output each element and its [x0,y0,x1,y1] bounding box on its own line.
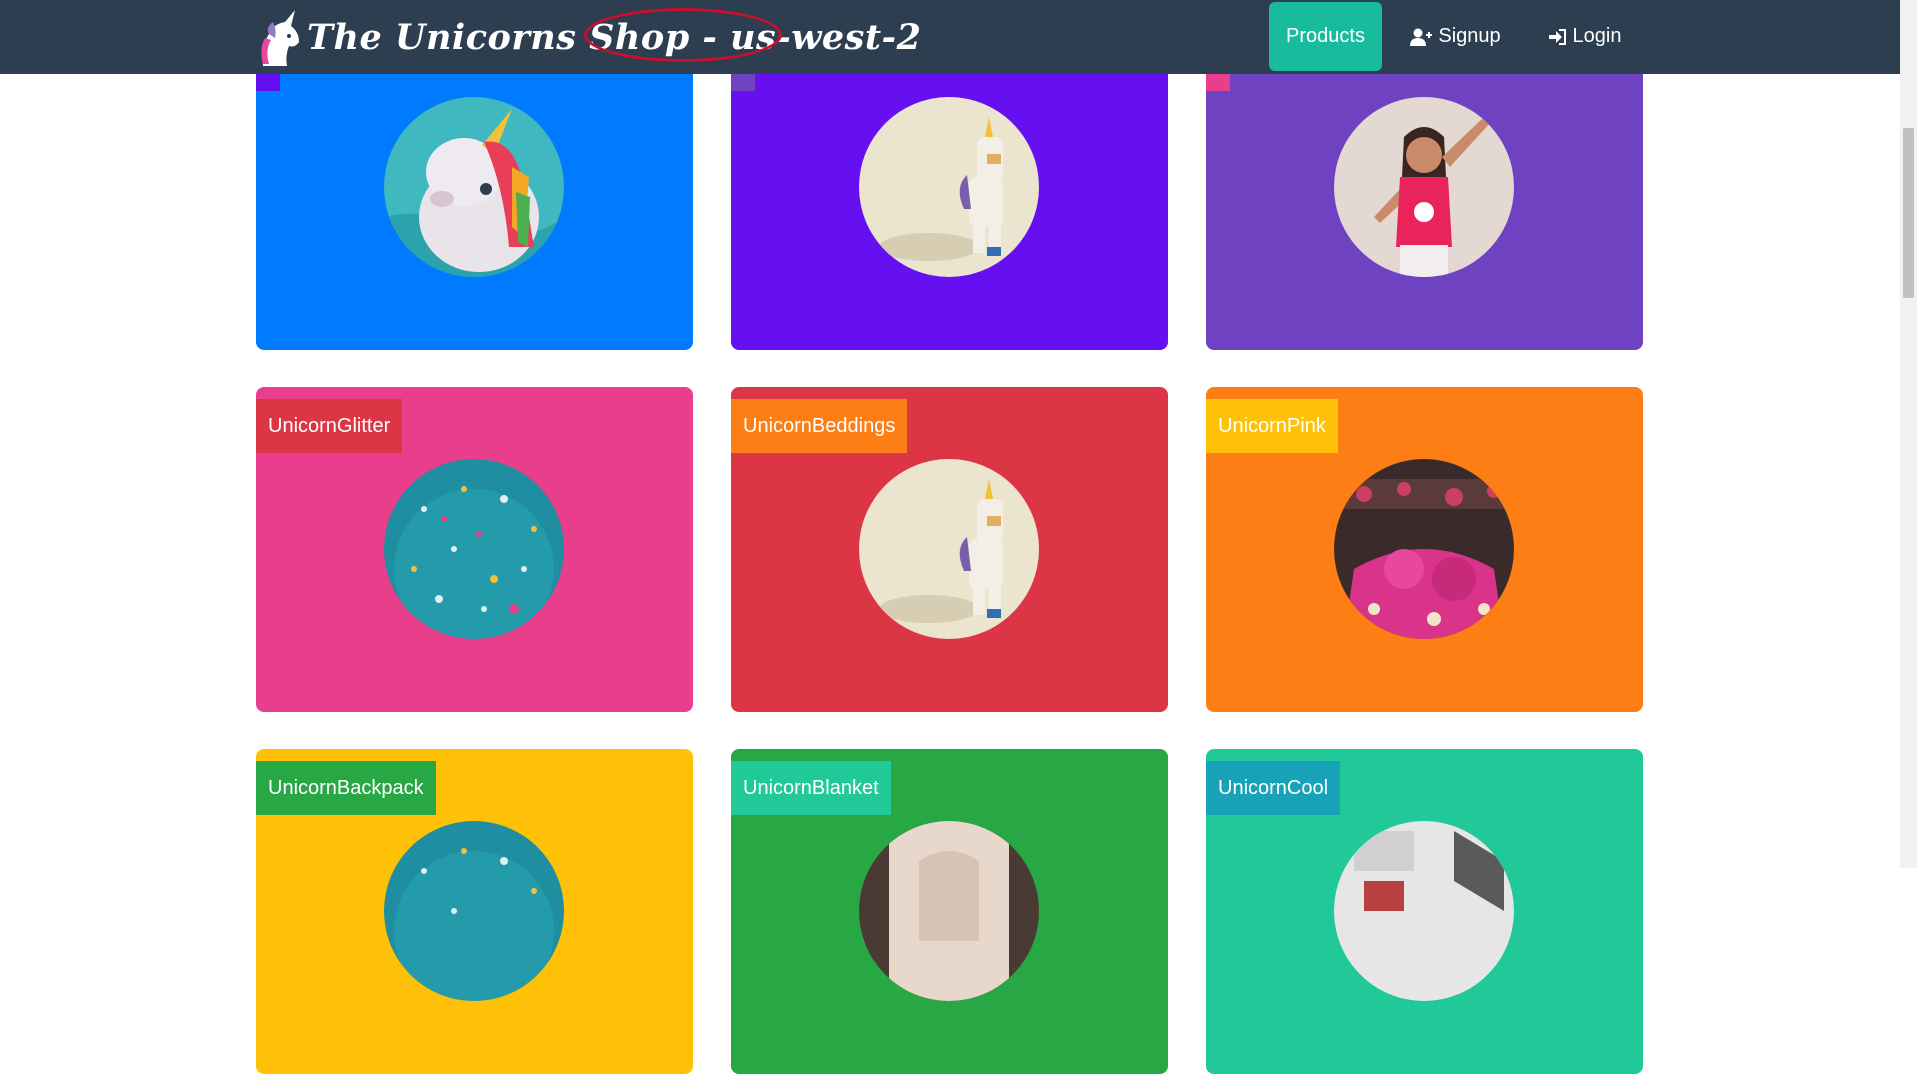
product-label[interactable]: UnicornGlitter [256,399,403,453]
product-card[interactable]: UnicornBeddings [731,387,1168,712]
nav-login-label: Login [1572,25,1622,47]
product-label[interactable]: UnicornBeddings [731,399,908,453]
product-image[interactable] [1334,459,1514,639]
product-label[interactable]: UnicornBackpack [256,761,436,815]
nav-signup-link[interactable]: Signup [1408,2,1503,71]
scrollbar-thumb[interactable] [1903,128,1914,298]
top-navbar: The Unicorns Shop - us-west-2 Products S… [0,0,1900,74]
product-card[interactable]: UnicornBackpack [256,749,693,1074]
product-image[interactable] [1334,97,1514,277]
product-image[interactable] [1334,821,1514,1001]
nav-signup-label: Signup [1438,25,1501,47]
region-highlight-circle [584,8,782,62]
product-label[interactable]: UnicornPink [1206,399,1338,453]
user-plus-icon [1410,28,1433,46]
product-card[interactable]: UnicornBlanket [731,749,1168,1074]
product-image[interactable] [859,97,1039,277]
sign-in-icon [1548,28,1566,45]
product-grid: UnicornGlitter UnicornBeddings UnicornPi… [0,0,1900,1074]
nav-products-label: Products [1286,25,1365,47]
nav-products-button[interactable]: Products [1269,2,1382,71]
product-image[interactable] [384,459,564,639]
product-image[interactable] [384,821,564,1001]
product-image[interactable] [859,821,1039,1001]
product-card[interactable]: UnicornPink [1206,387,1643,712]
product-label[interactable]: UnicornCool [1206,761,1341,815]
unicorn-logo-icon [261,10,299,66]
product-image[interactable] [859,459,1039,639]
product-card[interactable]: UnicornCool [1206,749,1643,1074]
nav-login-link[interactable]: Login [1545,2,1625,71]
product-image[interactable] [384,97,564,277]
product-card[interactable]: UnicornGlitter [256,387,693,712]
product-label[interactable]: UnicornBlanket [731,761,891,815]
